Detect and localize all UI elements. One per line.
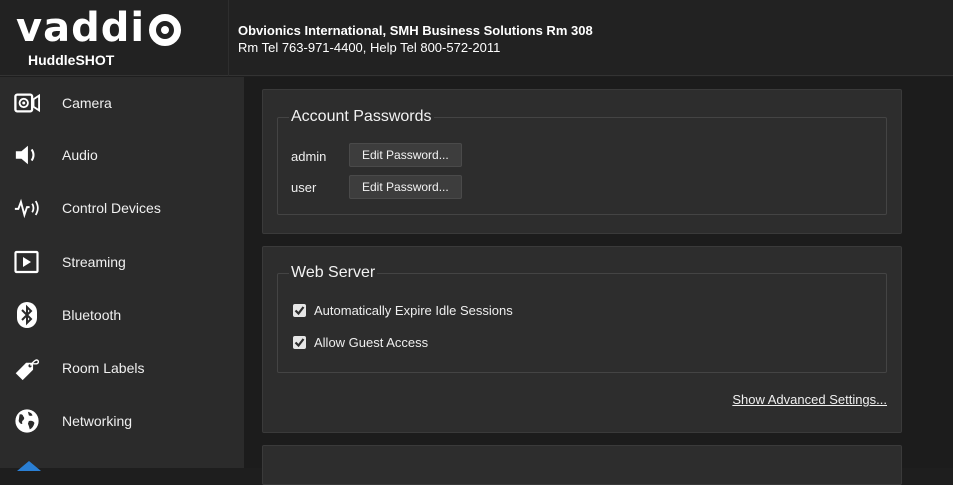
logo-o-mark: [149, 14, 182, 46]
edit-password-user-button[interactable]: Edit Password...: [349, 175, 462, 199]
logo-wordmark: vaddi: [16, 5, 146, 51]
account-passwords-panel: Account Passwords admin Edit Password...…: [262, 89, 902, 234]
app-header: vaddi HuddleSHOT Obvionics International…: [0, 0, 953, 76]
tag-icon: [14, 355, 40, 381]
sidebar-item-label: Audio: [62, 147, 98, 163]
account-passwords-title: Account Passwords: [289, 108, 434, 126]
play-icon: [14, 249, 40, 275]
location-line: Obvionics International, SMH Business So…: [238, 23, 593, 38]
sidebar: Camera Audio Control Devices Streaming B…: [0, 77, 244, 471]
expire-idle-sessions-option[interactable]: Automatically Expire Idle Sessions: [293, 303, 513, 318]
sidebar-item-networking[interactable]: Networking: [0, 395, 244, 447]
sidebar-item-label: Networking: [62, 413, 133, 429]
sidebar-item-audio[interactable]: Audio: [0, 129, 244, 181]
show-advanced-settings-link[interactable]: Show Advanced Settings...: [732, 392, 887, 407]
allow-guest-access-label: Allow Guest Access: [314, 335, 429, 350]
globe-icon: [14, 408, 40, 434]
sidebar-item-label: Camera: [62, 95, 112, 111]
user-row-user: user: [291, 180, 316, 195]
web-server-group: [277, 273, 887, 373]
camera-icon: [14, 90, 40, 116]
speaker-icon: [14, 142, 40, 168]
user-row-admin: admin: [291, 149, 326, 164]
room-info: Obvionics International, SMH Business So…: [238, 22, 593, 56]
username-user: user: [291, 180, 317, 195]
sidebar-item-label: Streaming: [62, 254, 126, 270]
header-divider: [228, 0, 229, 76]
web-server-title: Web Server: [289, 264, 378, 282]
bluetooth-icon: [14, 302, 40, 328]
sidebar-item-label: Room Labels: [62, 360, 145, 376]
sidebar-item-bluetooth[interactable]: Bluetooth: [0, 289, 244, 341]
sidebar-item-partial-icon: [14, 455, 44, 471]
vaddio-logo: vaddi HuddleSHOT: [16, 5, 182, 68]
expire-idle-sessions-label: Automatically Expire Idle Sessions: [314, 303, 513, 318]
web-server-panel: Web Server Automatically Expire Idle Ses…: [262, 246, 902, 433]
sidebar-item-camera[interactable]: Camera: [0, 77, 244, 129]
sidebar-item-streaming[interactable]: Streaming: [0, 236, 244, 288]
main-content: Account Passwords admin Edit Password...…: [244, 77, 953, 485]
username-admin: admin: [291, 149, 327, 164]
sidebar-item-room-labels[interactable]: Room Labels: [0, 342, 244, 394]
next-settings-panel: [262, 445, 902, 485]
edit-password-admin-button[interactable]: Edit Password...: [349, 143, 462, 167]
control-signal-icon: [14, 195, 40, 221]
product-name: HuddleSHOT: [28, 52, 115, 68]
allow-guest-access-option[interactable]: Allow Guest Access: [293, 335, 428, 350]
sidebar-item-control-devices[interactable]: Control Devices: [0, 182, 244, 234]
sidebar-item-label: Control Devices: [62, 200, 161, 216]
sidebar-item-label: Bluetooth: [62, 307, 122, 323]
allow-guest-access-checkbox[interactable]: [293, 336, 306, 349]
phone-line: Rm Tel 763-971-4400, Help Tel 800-572-20…: [238, 40, 501, 55]
expire-idle-sessions-checkbox[interactable]: [293, 304, 306, 317]
